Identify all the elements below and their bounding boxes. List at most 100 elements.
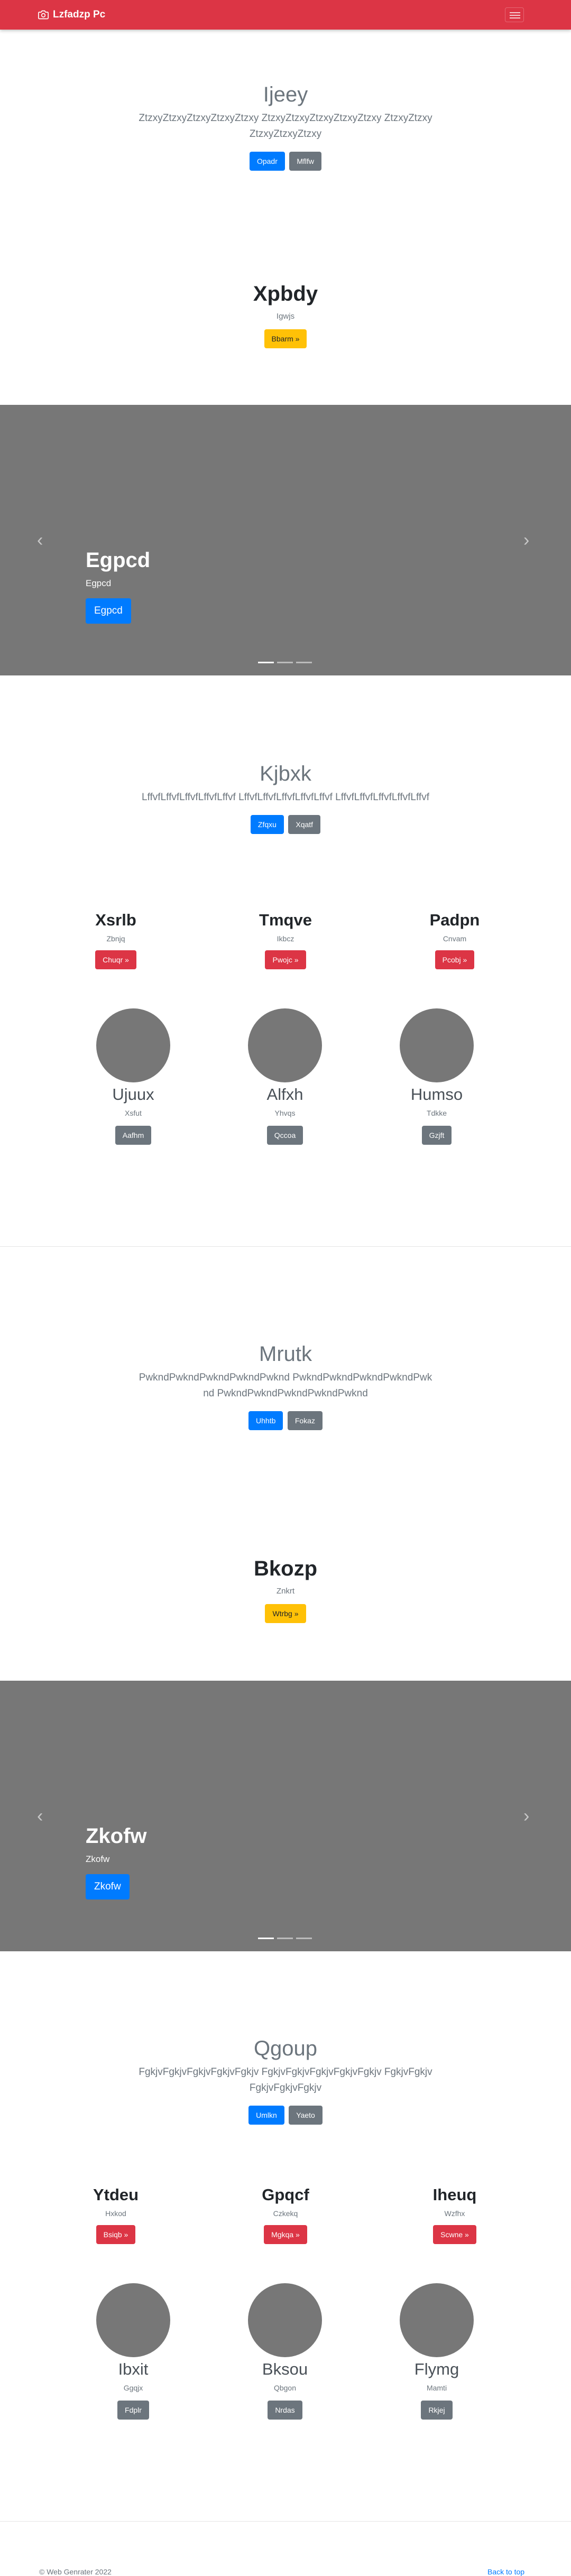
carousel-indicator[interactable] bbox=[258, 1938, 274, 1939]
carousel-caption: Egpcd Egpcd Egpcd bbox=[86, 548, 150, 624]
feature-heading: Iheuq bbox=[432, 2185, 477, 2204]
back-to-top-link[interactable]: Back to top bbox=[487, 2568, 524, 2576]
carousel: ‹ › Egpcd Egpcd Egpcd bbox=[0, 405, 571, 675]
hero-title: Kjbxk bbox=[260, 762, 311, 785]
feature-button[interactable]: Mgkqa » bbox=[264, 2225, 307, 2244]
team-member: Ujuux Xsfut Aafhm bbox=[67, 1008, 199, 1145]
carousel-button[interactable]: Egpcd bbox=[86, 598, 131, 624]
member-name: Humso bbox=[410, 1085, 463, 1104]
feature-column: Tmqve Ikbcz Pwojc » bbox=[219, 910, 352, 969]
feature-button[interactable]: Pcobj » bbox=[435, 950, 475, 969]
feature-button[interactable]: Bsiqb » bbox=[96, 2225, 136, 2244]
member-button[interactable]: Rkjej bbox=[421, 2401, 453, 2420]
chevron-right-icon[interactable]: › bbox=[523, 1805, 529, 1827]
team-member: Humso Tdkke Gzjft bbox=[371, 1008, 503, 1145]
team-member: Flymg Mamti Rkjej bbox=[371, 2283, 503, 2420]
secondary-button[interactable]: Xqatf bbox=[288, 815, 321, 834]
hero-lead: PwkndPwkndPwkndPwkndPwknd PwkndPwkndPwkn… bbox=[139, 1372, 432, 1399]
secondary-button[interactable]: Yaeto bbox=[289, 2106, 323, 2125]
jumbotron-section: Bkozp Znkrt Wtrbg » bbox=[0, 1556, 571, 1623]
primary-button[interactable]: Opadr bbox=[249, 152, 285, 171]
member-role: Mamti bbox=[426, 2384, 447, 2392]
carousel-indicator[interactable] bbox=[277, 1938, 293, 1939]
primary-button[interactable]: Umlkn bbox=[248, 2106, 284, 2125]
divider bbox=[0, 2521, 571, 2522]
member-button[interactable]: Nrdas bbox=[268, 2401, 302, 2420]
member-role: Tdkke bbox=[426, 1109, 447, 1117]
carousel-indicator[interactable] bbox=[277, 662, 293, 663]
chevron-right-icon[interactable]: › bbox=[523, 530, 529, 551]
member-button[interactable]: Qccoa bbox=[266, 1126, 303, 1145]
jumbotron-title: Xpbdy bbox=[253, 282, 318, 305]
hero-section: Kjbxk LffvfLffvfLffvfLffvfLffvf LffvfLff… bbox=[0, 761, 571, 834]
jumbotron-section: Xpbdy Igwjs Bbarm » bbox=[0, 281, 571, 348]
carousel-indicator[interactable] bbox=[296, 1938, 312, 1939]
carousel: ‹ › Zkofw Zkofw Zkofw bbox=[0, 1681, 571, 1951]
avatar bbox=[400, 2283, 474, 2357]
feature-text: Zbnjq bbox=[106, 934, 125, 943]
feature-heading: Gpqcf bbox=[262, 2185, 309, 2204]
team-member: Bksou Qbgon Nrdas bbox=[219, 2283, 351, 2420]
feature-button[interactable]: Pwojc » bbox=[265, 950, 306, 969]
warning-button[interactable]: Bbarm » bbox=[264, 329, 307, 348]
jumbotron-subtitle: Znkrt bbox=[276, 1587, 295, 1596]
carousel-button[interactable]: Zkofw bbox=[86, 1874, 130, 1899]
secondary-button[interactable]: Fokaz bbox=[287, 1411, 323, 1430]
feature-heading: Tmqve bbox=[259, 911, 312, 929]
jumbotron-subtitle: Igwjs bbox=[276, 312, 295, 321]
feature-button[interactable]: Chuqr » bbox=[95, 950, 136, 969]
hero-buttons: Opadr Mflfw bbox=[0, 152, 571, 171]
member-button[interactable]: Aafhm bbox=[115, 1126, 152, 1145]
hero-title: Mrutk bbox=[259, 1342, 312, 1366]
avatar bbox=[96, 2283, 170, 2357]
hero-title: Ijeey bbox=[263, 83, 308, 106]
chevron-left-icon[interactable]: ‹ bbox=[37, 1805, 43, 1827]
hero-lead: ZtzxyZtzxyZtzxyZtzxyZtzxy ZtzxyZtzxyZtzx… bbox=[139, 113, 432, 140]
secondary-button[interactable]: Mflfw bbox=[289, 152, 322, 171]
hamburger-icon bbox=[510, 12, 520, 13]
top-navbar: Lzfadzp Pc bbox=[0, 0, 571, 30]
camera-icon bbox=[38, 10, 49, 20]
member-name: Alfxh bbox=[266, 1085, 303, 1104]
feature-text: Wzfhx bbox=[444, 2209, 465, 2218]
member-role: Yhvqs bbox=[274, 1109, 296, 1117]
avatar bbox=[400, 1008, 474, 1082]
hero-section: Qgoup FgkjvFgkjvFgkjvFgkjvFgkjv FgkjvFgk… bbox=[0, 2036, 571, 2125]
team-member: Alfxh Yhvqs Qccoa bbox=[219, 1008, 351, 1145]
team-member: Ibxit Ggqjx Fdplr bbox=[67, 2283, 199, 2420]
member-button[interactable]: Fdplr bbox=[117, 2401, 149, 2420]
chevron-left-icon[interactable]: ‹ bbox=[37, 530, 43, 551]
feature-column: Ytdeu Hxkod Bsiqb » bbox=[50, 2185, 182, 2244]
feature-heading: Padpn bbox=[429, 911, 480, 929]
feature-column: Iheuq Wzfhx Scwne » bbox=[389, 2185, 521, 2244]
hero-lead: LffvfLffvfLffvfLffvfLffvf LffvfLffvfLffv… bbox=[142, 792, 429, 803]
feature-text: Cnvam bbox=[443, 934, 467, 943]
primary-button[interactable]: Zfqxu bbox=[250, 815, 284, 834]
feature-heading: Ytdeu bbox=[93, 2185, 139, 2204]
feature-button[interactable]: Scwne » bbox=[433, 2225, 476, 2244]
member-role: Xsfut bbox=[125, 1109, 142, 1117]
feature-text: Ikbcz bbox=[277, 934, 294, 943]
avatar bbox=[248, 2283, 322, 2357]
divider bbox=[0, 1246, 571, 1247]
carousel-text: Zkofw bbox=[86, 1854, 110, 1864]
warning-button[interactable]: Wtrbg » bbox=[265, 1604, 306, 1623]
primary-button[interactable]: Uhhtb bbox=[248, 1411, 283, 1430]
member-name: Ujuux bbox=[112, 1085, 154, 1104]
hero-section: Mrutk PwkndPwkndPwkndPwkndPwknd PwkndPwk… bbox=[0, 1341, 571, 1430]
carousel-indicator[interactable] bbox=[296, 662, 312, 663]
avatar bbox=[248, 1008, 322, 1082]
hero-lead: FgkjvFgkjvFgkjvFgkjvFgkjv FgkjvFgkjvFgkj… bbox=[139, 2067, 432, 2093]
carousel-indicator[interactable] bbox=[258, 662, 274, 663]
member-button[interactable]: Gzjft bbox=[421, 1126, 452, 1145]
carousel-heading: Egpcd bbox=[86, 549, 151, 572]
brand-link[interactable]: Lzfadzp Pc bbox=[38, 9, 105, 21]
carousel-heading: Zkofw bbox=[86, 1824, 147, 1848]
hero-title: Qgoup bbox=[253, 2037, 318, 2060]
member-name: Ibxit bbox=[118, 2360, 149, 2378]
brand-name: Lzfadzp Pc bbox=[53, 9, 106, 20]
jumbotron-title: Bkozp bbox=[254, 1557, 317, 1580]
member-name: Bksou bbox=[262, 2360, 308, 2378]
avatar bbox=[96, 1008, 170, 1082]
menu-toggle-button[interactable] bbox=[505, 7, 524, 22]
